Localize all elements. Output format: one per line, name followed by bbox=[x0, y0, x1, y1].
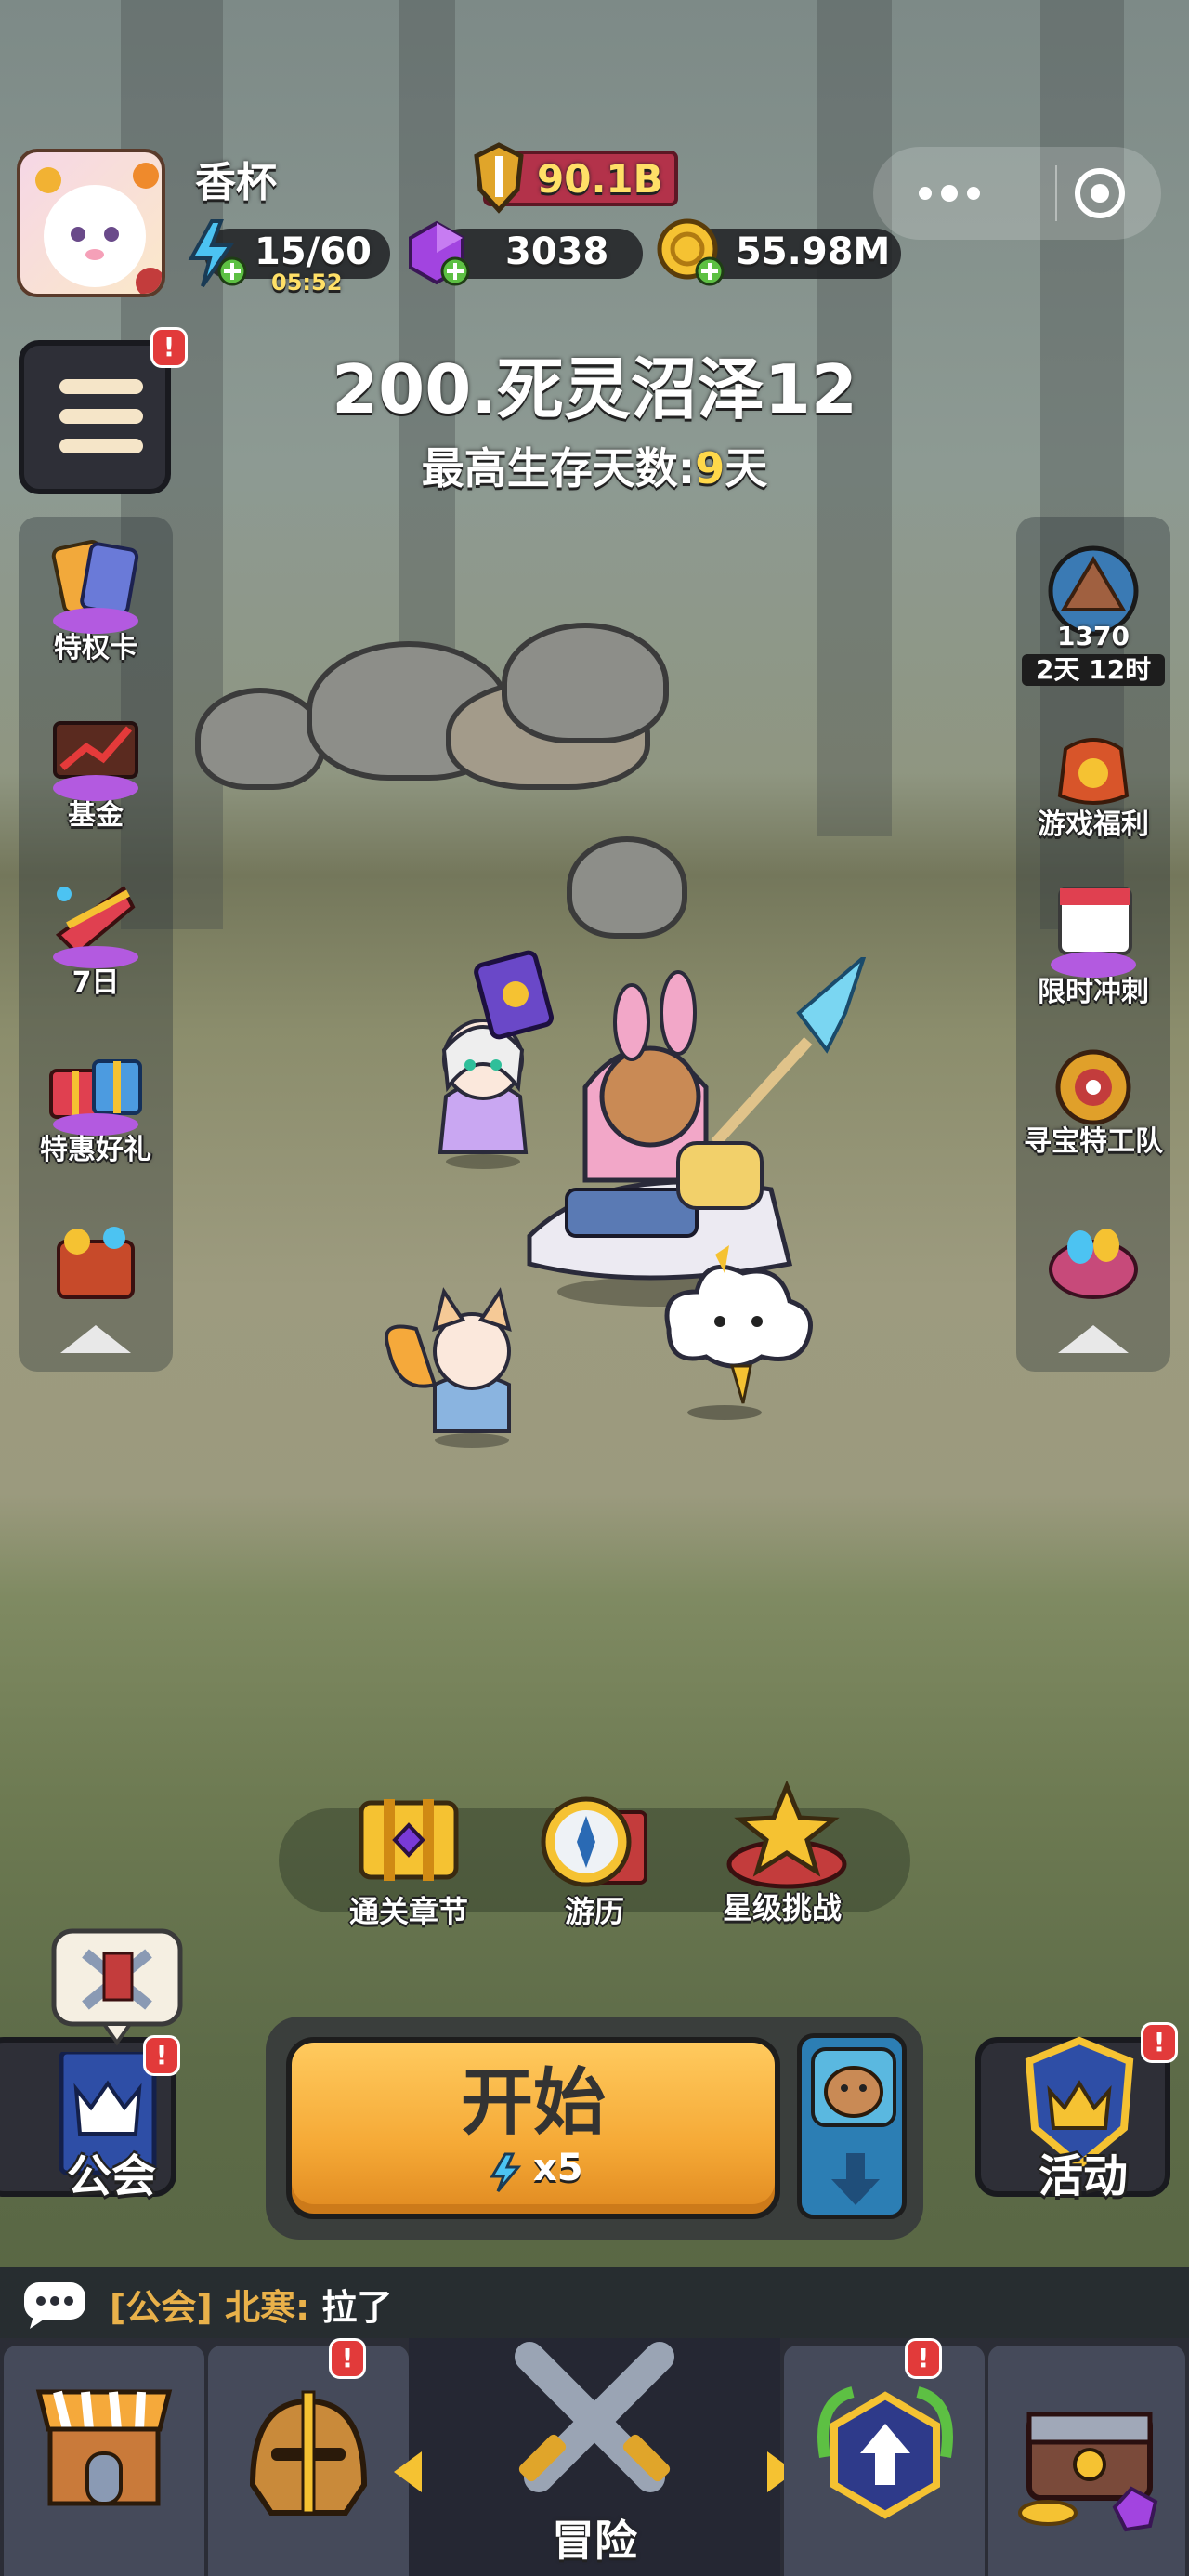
fund-chest-icon bbox=[40, 703, 151, 805]
star-challenge-icon bbox=[722, 1780, 847, 1892]
energy-cost-icon bbox=[489, 2152, 522, 2197]
collapse-up-arrow[interactable] bbox=[60, 1325, 131, 1353]
close-target-icon[interactable] bbox=[1072, 165, 1128, 225]
seven-day-gift-icon bbox=[40, 870, 151, 972]
notification-badge: ! bbox=[329, 2338, 366, 2379]
energy-timer: 05:52 bbox=[271, 269, 343, 296]
upgrade-arrow-icon bbox=[806, 2383, 964, 2535]
capsule-divider bbox=[1055, 165, 1057, 221]
crossed-swords-icon bbox=[502, 2338, 687, 2509]
hero-fox-girl[interactable] bbox=[379, 1282, 546, 1453]
feature-game-welfare[interactable]: 游戏福利 bbox=[1016, 712, 1170, 842]
rock bbox=[567, 836, 687, 939]
player-avatar[interactable] bbox=[17, 149, 165, 297]
feature-treasure[interactable] bbox=[19, 1204, 173, 1307]
subtitle-days: 9 bbox=[695, 443, 725, 493]
nav-shop[interactable] bbox=[4, 2346, 204, 2576]
lucky-bag-icon bbox=[1038, 712, 1149, 814]
left-feature-column: 特权卡 基金 7日 特惠好礼 bbox=[19, 517, 173, 1372]
feature-fund[interactable]: 基金 bbox=[19, 703, 173, 833]
cloud-pet[interactable] bbox=[641, 1236, 827, 1426]
guild-label: 公会 bbox=[67, 2150, 157, 2202]
feature-special-gift[interactable]: 特惠好礼 bbox=[19, 1037, 173, 1167]
start-label: 开始 bbox=[460, 2061, 606, 2145]
chat-text: 拉了 bbox=[321, 2287, 393, 2328]
pet-select-button[interactable] bbox=[797, 2033, 907, 2219]
knight-helmet-icon bbox=[234, 2383, 383, 2526]
sword-shield-icon bbox=[469, 141, 529, 219]
menu-bar bbox=[59, 439, 143, 453]
feature-privilege-card[interactable]: 特权卡 bbox=[19, 535, 173, 665]
shop-stall-icon bbox=[30, 2373, 178, 2526]
menu-bar bbox=[59, 409, 143, 424]
subtitle-suffix: 天 bbox=[725, 443, 768, 493]
feature-treasure-hunt[interactable]: 寻宝特工队 bbox=[1016, 1037, 1170, 1158]
nav-treasury[interactable] bbox=[988, 2346, 1185, 2576]
treasure-chest-icon bbox=[1011, 2386, 1169, 2539]
privilege-card-icon bbox=[40, 535, 151, 637]
arrow-down-icon bbox=[828, 2149, 883, 2213]
event-label: 活动 bbox=[1039, 2150, 1129, 2202]
nav-equipment[interactable]: ! bbox=[208, 2338, 409, 2576]
energy-value: 15/60 bbox=[255, 230, 372, 273]
tree-trunk bbox=[399, 0, 455, 651]
calendar-sprint-icon bbox=[1038, 879, 1149, 981]
player-name: 香杯 bbox=[195, 159, 277, 206]
rock bbox=[502, 623, 669, 743]
power-value: 90.1B bbox=[537, 156, 663, 202]
event-count: 1370 bbox=[1057, 621, 1130, 651]
gem-plus-icon[interactable] bbox=[403, 219, 472, 292]
stage-subtitle: 最高生存天数:9天 bbox=[0, 435, 1189, 496]
gold-value: 55.98M bbox=[736, 230, 891, 273]
chat-bubble-icon[interactable] bbox=[20, 2279, 89, 2334]
menu-bar bbox=[59, 379, 143, 394]
nav-adventure-label: 冒险 bbox=[552, 2516, 637, 2566]
right-feature-column: 1370 2天 12时 游戏福利 限时冲刺 寻宝特工队 bbox=[1016, 517, 1170, 1372]
rock bbox=[195, 688, 325, 790]
mode-star-challenge[interactable]: 星级挑战 bbox=[689, 1780, 875, 1927]
start-cost: x5 bbox=[533, 2147, 583, 2189]
collapse-up-arrow[interactable] bbox=[1058, 1325, 1129, 1353]
treasure-pile-icon bbox=[40, 1204, 151, 1307]
mode-chapter-rewards[interactable]: 通关章节 bbox=[316, 1784, 502, 1931]
lightning-plus-icon[interactable] bbox=[184, 219, 249, 292]
feature-time-sprint[interactable]: 限时冲刺 bbox=[1016, 879, 1170, 1009]
crossed-swords-bubble-icon[interactable] bbox=[48, 1925, 186, 2050]
feature-ranked-event[interactable]: 1370 2天 12时 bbox=[1016, 543, 1170, 686]
feature-egg-basket[interactable] bbox=[1016, 1204, 1170, 1307]
treasure-hunt-icon bbox=[1038, 1037, 1149, 1139]
chat-tag: [公会] bbox=[110, 2287, 213, 2328]
chat-sender: 北寒: bbox=[224, 2287, 310, 2328]
event-timer: 2天 12时 bbox=[1022, 654, 1165, 686]
gold-coin-plus-icon[interactable] bbox=[656, 216, 726, 292]
special-gift-icon bbox=[40, 1037, 151, 1139]
capybara-face-icon bbox=[809, 2045, 898, 2133]
miniprogram-capsule[interactable] bbox=[873, 147, 1161, 240]
mode-travel[interactable]: 游历 bbox=[502, 1784, 687, 1931]
more-dots-icon[interactable] bbox=[916, 180, 990, 210]
subtitle-prefix: 最高生存天数: bbox=[421, 443, 696, 493]
compass-icon bbox=[534, 1784, 655, 1896]
main-menu-button[interactable]: ! bbox=[19, 327, 188, 494]
notification-badge: ! bbox=[150, 327, 188, 368]
nav-upgrade[interactable]: ! bbox=[784, 2338, 985, 2576]
feature-seven-day[interactable]: 7日 bbox=[19, 870, 173, 1000]
nav-left-arrow[interactable] bbox=[394, 2451, 422, 2492]
chapter-chest-icon bbox=[348, 1784, 469, 1896]
chat-message: [公会] 北寒: 拉了 bbox=[110, 2279, 392, 2330]
egg-basket-icon bbox=[1038, 1204, 1149, 1307]
notification-badge: ! bbox=[1141, 2022, 1178, 2063]
gem-value: 3038 bbox=[505, 230, 609, 273]
notification-badge: ! bbox=[905, 2338, 942, 2379]
